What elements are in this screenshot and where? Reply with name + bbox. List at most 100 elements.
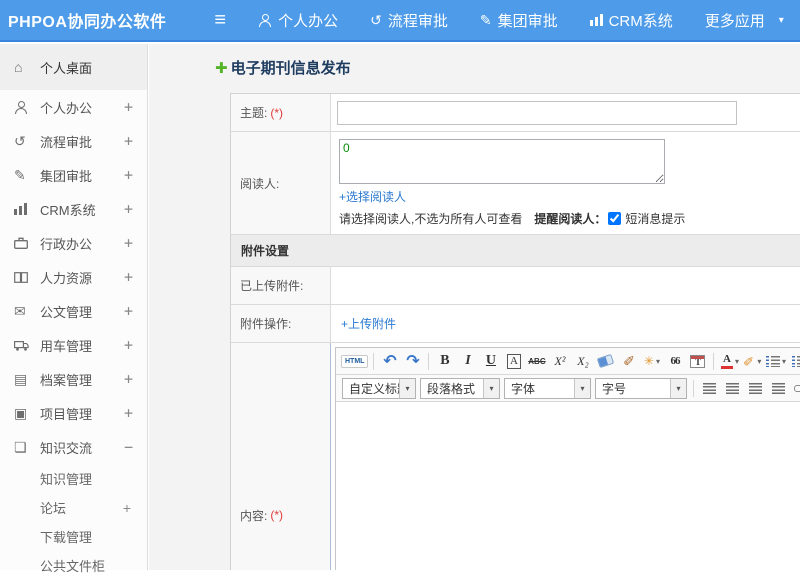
expand-plus[interactable]: +	[123, 500, 131, 516]
sidebar-item-archive[interactable]: ▤ 档案管理 +	[0, 362, 147, 396]
bold-button[interactable]: B	[434, 351, 455, 372]
subscript-button[interactable]: X₂	[572, 351, 593, 372]
underline-button[interactable]: U	[480, 351, 501, 372]
sidebar-item-document[interactable]: ✉ 公文管理 +	[0, 294, 147, 328]
chevron-down-icon: ▾	[670, 378, 686, 398]
highlight-color-button[interactable]: ✎ ▾	[742, 351, 763, 372]
chevron-down-icon: ▾	[757, 356, 762, 366]
chevron-down-icon: ▾	[655, 356, 660, 366]
paint-brush-icon: ✐	[623, 352, 635, 369]
content-label: 内容:	[240, 508, 268, 523]
align-center-button[interactable]	[722, 378, 743, 399]
superscript-button[interactable]: X²	[549, 351, 570, 372]
eraser-button[interactable]	[595, 351, 616, 372]
uploaded-attachments-value	[331, 267, 800, 304]
unordered-list-button[interactable]	[788, 351, 800, 372]
sidebar-subitem-forum[interactable]: 论坛 +	[0, 493, 147, 522]
expand-plus[interactable]: +	[124, 234, 133, 252]
font-family-select[interactable]: 字体 ▾	[504, 377, 591, 399]
sidebar-item-vehicle[interactable]: 用车管理 +	[0, 328, 147, 362]
nav-crm-system[interactable]: CRM系统	[589, 10, 673, 31]
custom-heading-select[interactable]: 自定义标题▾	[342, 377, 416, 399]
expand-plus[interactable]: +	[124, 200, 133, 218]
nav-personal-office[interactable]: 个人办公	[258, 10, 338, 31]
expand-plus[interactable]: +	[124, 98, 133, 116]
sidebar-item-crm[interactable]: CRM系统 +	[0, 192, 147, 226]
sms-remind-checkbox[interactable]	[608, 212, 622, 225]
toolbar-separator	[693, 379, 694, 397]
auto-format-button[interactable]: ✳ ▾	[641, 351, 662, 372]
align-left-button[interactable]	[699, 378, 720, 399]
upload-attachment-link[interactable]: +上传附件	[341, 315, 396, 332]
ordered-list-icon	[765, 355, 780, 367]
sidebar-subitem-knowledge-mgmt[interactable]: 知识管理	[0, 464, 147, 493]
expand-plus[interactable]: +	[124, 370, 133, 388]
font-size-select[interactable]: 字号 ▾	[595, 377, 687, 399]
insert-date-button[interactable]: T	[687, 351, 708, 372]
redo-button[interactable]: ↷	[402, 351, 423, 372]
select-readers-link[interactable]: +选择阅读人	[339, 188, 800, 205]
top-header: PHPOA协同办公软件 ≡ 个人办公 ↺ 流程审批 ✎ 集团审批 CRM系统 更…	[0, 0, 800, 42]
nav-process-approval[interactable]: ↺ 流程审批	[370, 10, 448, 31]
process-icon: ↺	[14, 132, 26, 149]
required-mark: (*)	[270, 105, 284, 120]
uploaded-label: 已上传附件:	[240, 279, 304, 293]
ordered-list-button[interactable]: ▾	[765, 351, 786, 372]
edit-icon: ✎	[479, 11, 492, 28]
align-right-icon	[749, 382, 762, 394]
date-icon: T	[690, 354, 706, 368]
undo-button[interactable]: ↶	[379, 351, 400, 372]
sidebar-item-project[interactable]: ▣ 项目管理 +	[0, 396, 147, 430]
font-style-button[interactable]: A	[503, 351, 524, 372]
sidebar-subitem-public-cabinet[interactable]: 公共文件柜	[0, 551, 147, 580]
expand-plus[interactable]: +	[124, 302, 133, 320]
subject-input[interactable]	[337, 100, 737, 125]
align-justify-icon	[772, 382, 785, 394]
readers-label: 阅读人:	[240, 176, 280, 191]
paragraph-format-select[interactable]: 段落格式 ▾	[420, 377, 500, 399]
editor-toolbar-row1: HTML ↶ ↷ B I U A ABC X² X₂ ✐ ✳ ▾ 66 T A …	[336, 348, 800, 375]
attachment-action-label: 附件操作:	[240, 317, 292, 331]
sidebar-item-hr[interactable]: 人力资源 +	[0, 260, 147, 294]
expand-plus[interactable]: +	[124, 268, 133, 286]
chat-squares-icon: ❏	[14, 438, 27, 455]
sidebar-item-knowledge[interactable]: ❏ 知识交流 −	[0, 430, 147, 464]
nav-more-apps[interactable]: 更多应用 ▾	[705, 10, 784, 31]
page-title: ✚ 电子期刊信息发布	[215, 59, 351, 78]
readers-textarea[interactable]: 0	[339, 139, 665, 184]
html-source-button[interactable]: HTML	[341, 351, 369, 372]
chevron-down-icon: ▾	[781, 356, 786, 366]
expand-plus[interactable]: +	[124, 336, 133, 354]
chevron-down-icon: ▾	[399, 378, 415, 398]
edit-icon: ✎	[14, 166, 26, 183]
italic-button[interactable]: I	[457, 351, 478, 372]
sidebar-item-admin-office[interactable]: 行政办公 +	[0, 226, 147, 260]
expand-plus[interactable]: +	[124, 404, 133, 422]
bar-chart-icon	[14, 203, 31, 215]
blockquote-button[interactable]: 66	[664, 351, 685, 372]
attachment-section-header: 附件设置	[231, 234, 800, 266]
nav-group-approval[interactable]: ✎ 集团审批	[480, 10, 558, 31]
hamburger-menu-icon[interactable]: ≡	[214, 10, 226, 30]
sidebar-item-group-approval[interactable]: ✎ 集团审批 +	[0, 158, 147, 192]
insert-link-button[interactable]	[791, 378, 800, 399]
font-color-button[interactable]: A ▾	[719, 351, 740, 372]
align-left-icon	[703, 382, 716, 394]
expand-plus[interactable]: +	[124, 166, 133, 184]
archive-icon: ▤	[14, 370, 28, 387]
sidebar-item-personal-office[interactable]: 个人办公 +	[0, 90, 147, 124]
sidebar-item-process-approval[interactable]: ↺ 流程审批 +	[0, 124, 147, 158]
expand-plus[interactable]: +	[124, 132, 133, 150]
sidebar-item-desktop[interactable]: ⌂ 个人桌面	[0, 44, 147, 90]
format-painter-button[interactable]: ✐	[618, 351, 639, 372]
align-justify-button[interactable]	[768, 378, 789, 399]
sidebar-subitem-download-mgmt[interactable]: 下载管理	[0, 522, 147, 551]
editor-content-area[interactable]	[336, 402, 800, 570]
publish-form: 主题: (*) 阅读人: 0 +选择阅读人 请选择阅读人,不选为所有人可查看 提…	[230, 93, 800, 570]
align-right-button[interactable]	[745, 378, 766, 399]
briefcase-icon	[14, 237, 31, 249]
sidebar: ⌂ 个人桌面 个人办公 + ↺ 流程审批 + ✎ 集团审批 + CRM系统 + …	[0, 44, 148, 574]
eraser-icon	[597, 353, 615, 369]
collapse-minus[interactable]: −	[124, 438, 133, 456]
strikethrough-button[interactable]: ABC	[526, 351, 547, 372]
